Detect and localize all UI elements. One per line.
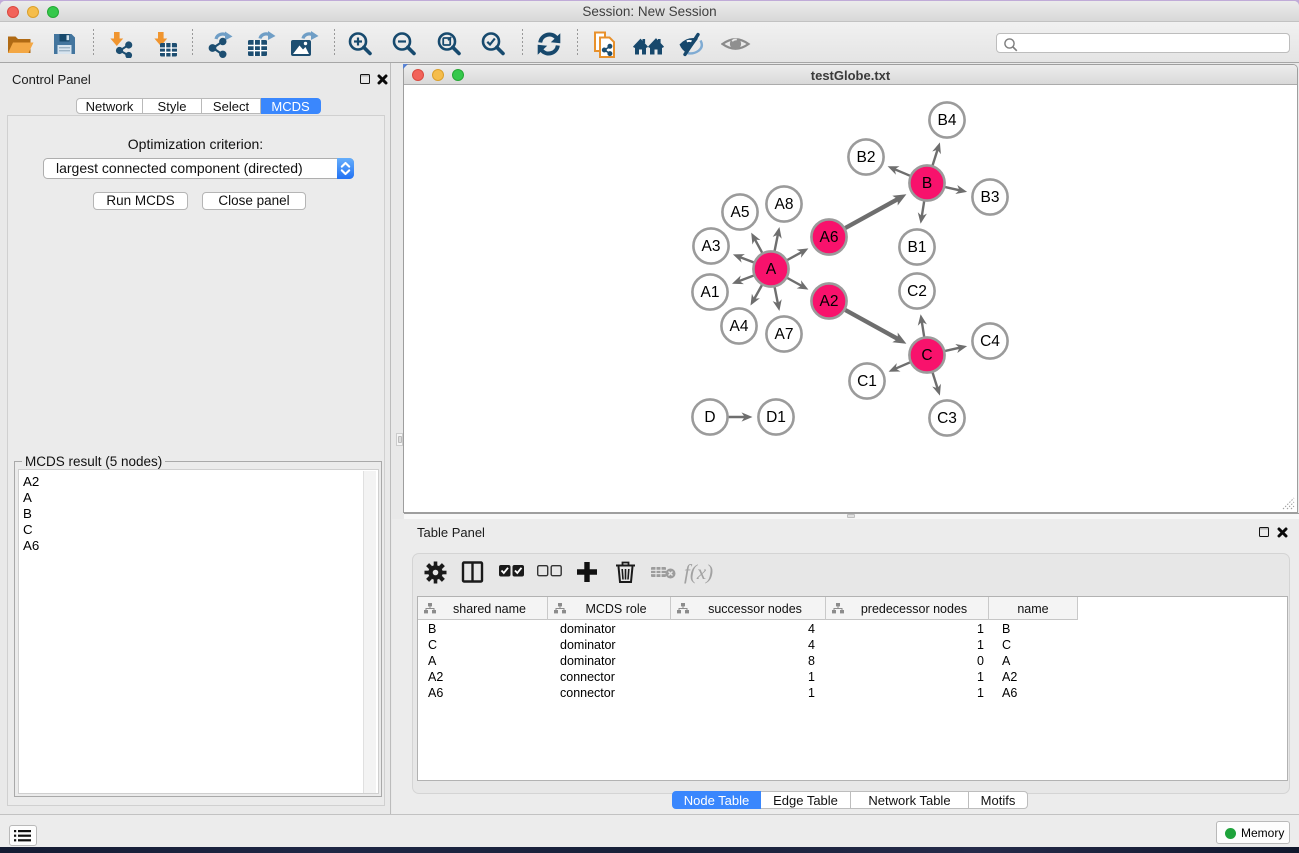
svg-text:B2: B2: [857, 149, 876, 166]
svg-text:A8: A8: [775, 196, 794, 213]
svg-text:C3: C3: [937, 410, 957, 427]
svg-text:D: D: [704, 409, 715, 426]
svg-text:C4: C4: [980, 333, 1000, 350]
svg-text:C1: C1: [857, 373, 877, 390]
svg-text:A2: A2: [820, 293, 839, 310]
svg-text:C2: C2: [907, 283, 927, 300]
svg-text:B4: B4: [938, 112, 957, 129]
svg-text:A: A: [766, 261, 777, 278]
svg-text:D1: D1: [766, 409, 786, 426]
svg-text:A5: A5: [731, 204, 750, 221]
svg-text:A6: A6: [820, 229, 839, 246]
svg-text:A7: A7: [775, 326, 794, 343]
svg-text:A1: A1: [701, 284, 720, 301]
svg-text:B3: B3: [981, 189, 1000, 206]
svg-text:B: B: [922, 175, 932, 192]
svg-text:C: C: [921, 347, 932, 364]
svg-text:A4: A4: [730, 318, 749, 335]
svg-text:A3: A3: [702, 238, 721, 255]
svg-text:B1: B1: [908, 239, 927, 256]
